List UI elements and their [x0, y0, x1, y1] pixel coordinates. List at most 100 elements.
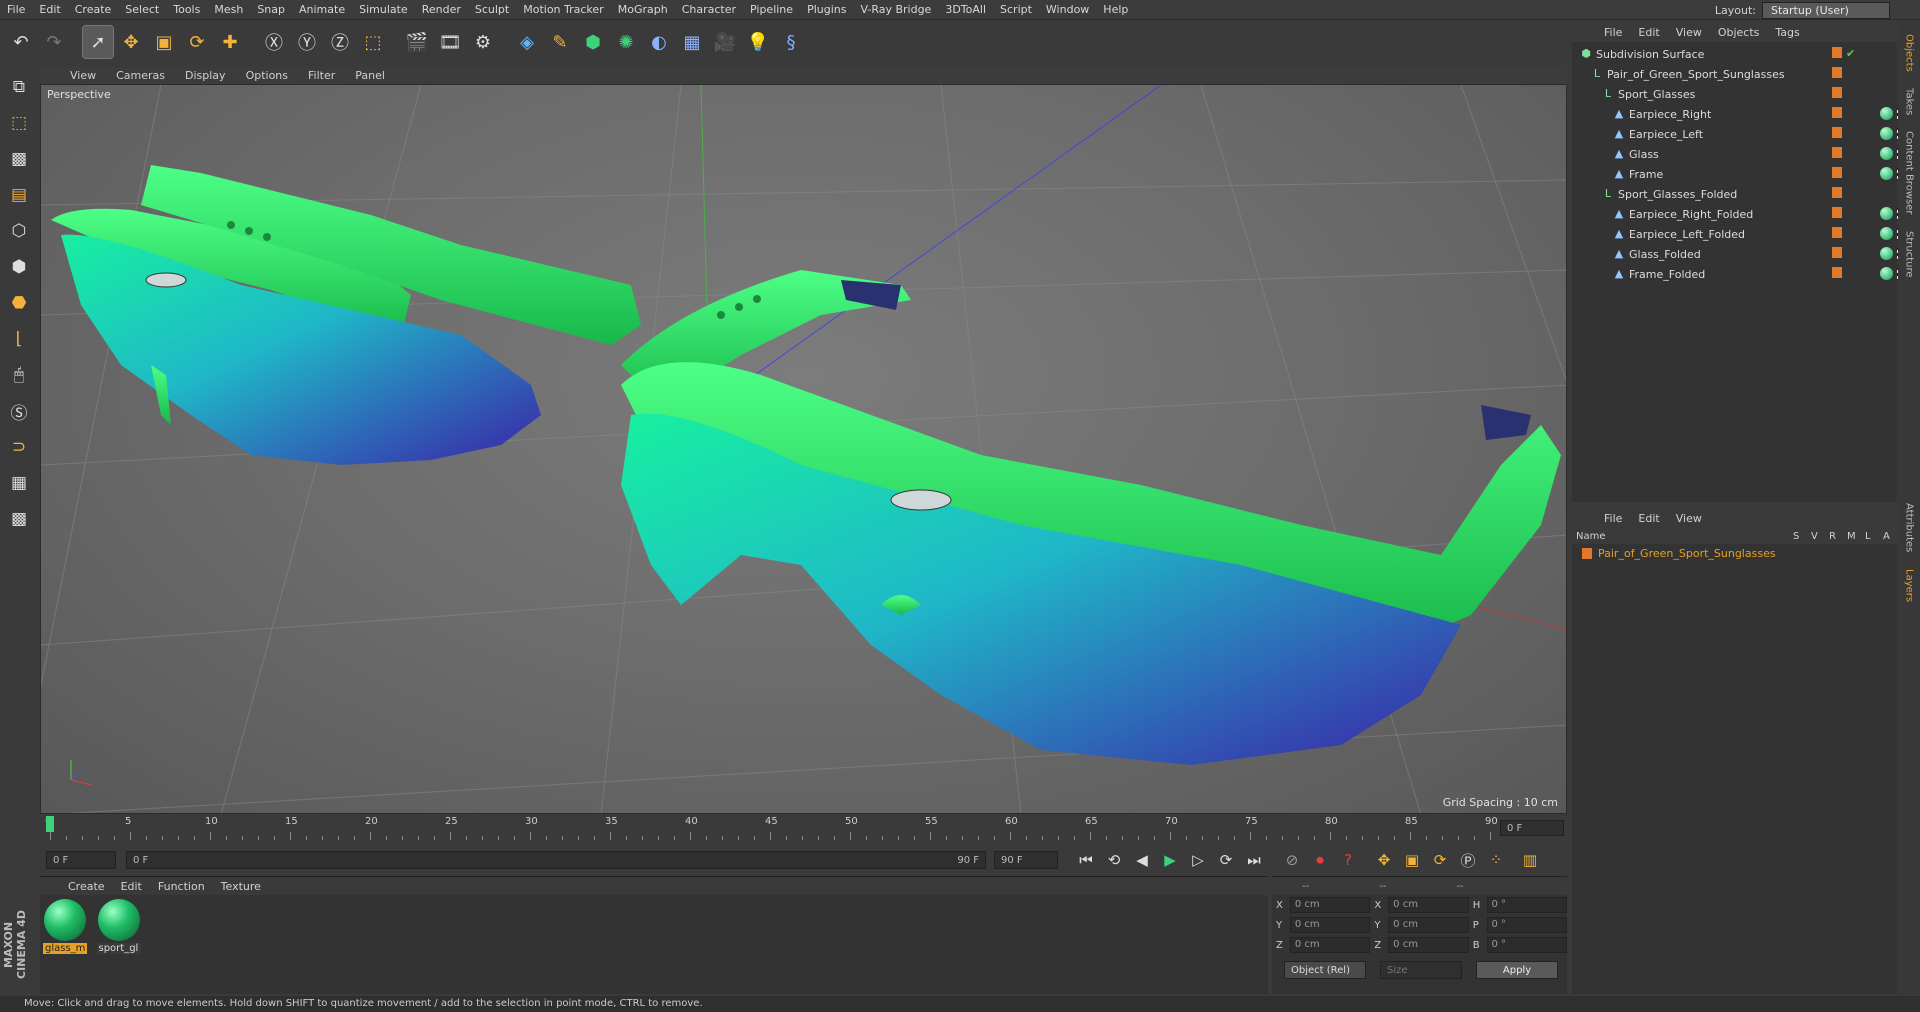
play-icon[interactable]: ▶: [1158, 849, 1182, 871]
menu-character[interactable]: Character: [675, 3, 743, 16]
tweak-mode-icon[interactable]: 🖱: [4, 360, 34, 390]
menu-simulate[interactable]: Simulate: [352, 3, 415, 16]
material-menu-create[interactable]: Create: [60, 880, 113, 893]
layer-row[interactable]: Pair_of_Green_Sport_Sunglasses: [1572, 544, 1897, 562]
perspective-viewport[interactable]: Perspective Grid Spacing : 10 cm: [40, 84, 1567, 814]
go-to-start-icon[interactable]: ⏮: [1074, 849, 1098, 871]
material-tag-icon[interactable]: [1880, 207, 1893, 220]
object-menu-view[interactable]: View: [1668, 26, 1710, 39]
viewport-menu-filter[interactable]: Filter: [298, 69, 345, 82]
menu-vray-bridge[interactable]: V-Ray Bridge: [853, 3, 938, 16]
record-keys-icon[interactable]: ⊘: [1280, 849, 1304, 871]
material-glass[interactable]: glass_m: [42, 899, 88, 954]
side-tab-takes[interactable]: Takes: [1904, 84, 1915, 119]
solo-icon[interactable]: Ⓢ: [4, 396, 34, 426]
key-scale-icon[interactable]: ▣: [1400, 849, 1424, 871]
menu-select[interactable]: Select: [118, 3, 166, 16]
z-axis-lock-icon[interactable]: Ⓩ: [325, 26, 355, 58]
menu-motion-tracker[interactable]: Motion Tracker: [516, 3, 610, 16]
previous-frame-icon[interactable]: ◀: [1130, 849, 1154, 871]
key-rotation-icon[interactable]: ⟳: [1428, 849, 1452, 871]
key-pla-icon[interactable]: ⁘: [1484, 849, 1508, 871]
object-menu-file[interactable]: File: [1596, 26, 1630, 39]
side-tab-layers[interactable]: Layers: [1904, 565, 1915, 606]
live-selection-icon[interactable]: ✚: [215, 26, 245, 58]
menu-render[interactable]: Render: [415, 3, 468, 16]
menu-mograph[interactable]: MoGraph: [611, 3, 675, 16]
y-axis-lock-icon[interactable]: Ⓨ: [292, 26, 322, 58]
object-row-glass-folded[interactable]: ▲Glass_Folded⁘: [1572, 244, 1920, 264]
menu-plugins[interactable]: Plugins: [800, 3, 853, 16]
cube-primitive-icon[interactable]: ◈: [512, 26, 542, 58]
viewport-menu-options[interactable]: Options: [236, 69, 298, 82]
side-tab-attributes[interactable]: Attributes: [1904, 499, 1915, 556]
material-tag-icon[interactable]: [1880, 147, 1893, 160]
current-frame-field[interactable]: 0 F: [1500, 820, 1564, 836]
material-tag-icon[interactable]: [1880, 107, 1893, 120]
texture-mode-icon[interactable]: ▩: [4, 144, 34, 174]
select-arrow-icon[interactable]: ➚: [82, 25, 114, 59]
position-x-field[interactable]: 0 cm: [1289, 897, 1371, 913]
pen-spline-icon[interactable]: ✎: [545, 26, 575, 58]
model-mode-icon[interactable]: ⬚: [4, 108, 34, 138]
position-y-field[interactable]: 0 cm: [1289, 917, 1371, 933]
key-position-icon[interactable]: ✥: [1372, 849, 1396, 871]
previous-key-icon[interactable]: ⟲: [1102, 849, 1126, 871]
playhead[interactable]: [46, 816, 54, 832]
menu-help[interactable]: Help: [1096, 3, 1135, 16]
menu-file[interactable]: File: [0, 3, 32, 16]
object-menu-objects[interactable]: Objects: [1710, 26, 1768, 39]
sport-glasses-folded-model[interactable]: [51, 165, 641, 465]
object-row-pair-of-green-sport-sunglasses[interactable]: L Pair_of_Green_Sport_Sunglasses: [1572, 64, 1897, 84]
object-menu-tags[interactable]: Tags: [1767, 26, 1807, 39]
viewport-menu-view[interactable]: View: [60, 69, 106, 82]
rotation-h-field[interactable]: 0 °: [1486, 897, 1568, 913]
camera-icon[interactable]: 🎥: [710, 26, 740, 58]
next-key-icon[interactable]: ⟳: [1214, 849, 1238, 871]
redo-icon[interactable]: ↷: [39, 26, 69, 58]
size-y-field[interactable]: 0 cm: [1388, 917, 1469, 933]
viewport-menu-display[interactable]: Display: [175, 69, 236, 82]
rotation-b-field[interactable]: 0 °: [1486, 937, 1568, 953]
move-icon[interactable]: ✥: [116, 26, 146, 58]
material-tag-icon[interactable]: [1880, 167, 1893, 180]
menu-tools[interactable]: Tools: [166, 3, 207, 16]
object-row-frame[interactable]: ▲Frame⁘: [1572, 164, 1920, 184]
object-menu-edit[interactable]: Edit: [1630, 26, 1667, 39]
start-frame-field[interactable]: 0 F: [46, 851, 116, 869]
object-row-earpiece-right-folded[interactable]: ▲Earpiece_Right_Folded⁘: [1572, 204, 1920, 224]
coordinate-system-icon[interactable]: ⬚: [358, 26, 388, 58]
menu-create[interactable]: Create: [68, 3, 119, 16]
material-menu-function[interactable]: Function: [150, 880, 213, 893]
workplane-icon[interactable]: ▤: [4, 180, 34, 210]
keyframe-selection-icon[interactable]: ?: [1336, 849, 1360, 871]
timeline-ruler[interactable]: 051015202530354045505560657075808590: [40, 816, 1567, 846]
layer-menu-file[interactable]: File: [1596, 512, 1630, 525]
make-editable-icon[interactable]: ⧉: [4, 72, 34, 102]
subdivision-generator-icon[interactable]: ⬢: [578, 26, 608, 58]
side-tab-objects[interactable]: Objects: [1904, 30, 1915, 76]
material-menu-edit[interactable]: Edit: [113, 880, 150, 893]
polygons-mode-icon[interactable]: ⬣: [4, 288, 34, 318]
floor-icon[interactable]: ▦: [677, 26, 707, 58]
material-sport-glasses[interactable]: sport_gl: [96, 899, 142, 954]
menu-3dtoall[interactable]: 3DToAll: [938, 3, 993, 16]
frame-range-slider[interactable]: 0 F 90 F: [126, 851, 986, 869]
timeline-window-icon[interactable]: ▥: [1518, 849, 1542, 871]
light-icon[interactable]: 💡: [743, 26, 773, 58]
rotation-p-field[interactable]: 0 °: [1486, 917, 1568, 933]
render-settings-icon[interactable]: ⚙: [468, 26, 498, 58]
size-z-field[interactable]: 0 cm: [1388, 937, 1469, 953]
material-tag-icon[interactable]: [1880, 127, 1893, 140]
undo-icon[interactable]: ↶: [6, 26, 36, 58]
next-frame-icon[interactable]: ▷: [1186, 849, 1210, 871]
layer-menu-view[interactable]: View: [1668, 512, 1710, 525]
position-z-field[interactable]: 0 cm: [1289, 937, 1371, 953]
render-picture-viewer-icon[interactable]: 🎞: [435, 26, 465, 58]
size-x-field[interactable]: 0 cm: [1388, 897, 1469, 913]
workplane-lock-icon[interactable]: ▦: [4, 468, 34, 498]
go-to-end-icon[interactable]: ⏭: [1242, 849, 1266, 871]
viewport-menu-panel[interactable]: Panel: [345, 69, 395, 82]
menu-edit[interactable]: Edit: [32, 3, 67, 16]
x-axis-lock-icon[interactable]: Ⓧ: [259, 26, 289, 58]
